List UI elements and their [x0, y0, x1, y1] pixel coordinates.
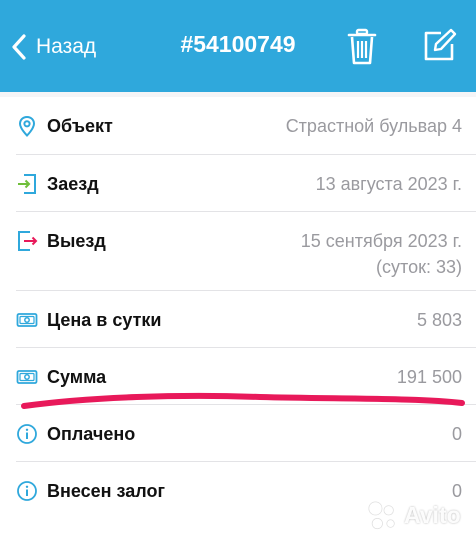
info-icon — [17, 424, 37, 444]
row-value: 13 августа 2023 г. — [315, 174, 462, 194]
location-pin-icon — [18, 115, 36, 137]
detail-row-check-in[interactable]: Заезд 13 августа 2023 г. — [0, 155, 476, 212]
row-value: 191 500 — [396, 367, 462, 387]
row-label: Внесен залог — [47, 481, 165, 501]
detail-row-paid[interactable]: Оплачено 0 — [0, 405, 476, 462]
check-in-icon — [18, 174, 36, 194]
row-label: Цена в сутки — [47, 310, 162, 330]
nights-count: (суток: 33) — [376, 257, 462, 277]
detail-row-object[interactable]: Объект Страстной бульвар 4 — [0, 97, 476, 155]
banknote-icon — [16, 313, 38, 327]
row-label: Сумма — [47, 367, 107, 387]
info-icon — [17, 481, 37, 501]
row-value: 0 — [451, 481, 462, 501]
check-out-icon — [18, 231, 38, 251]
trash-icon[interactable] — [346, 28, 378, 66]
detail-row-total[interactable]: Сумма 191 500 — [0, 348, 476, 405]
row-label: Выезд — [47, 231, 106, 251]
row-value: Страстной бульвар 4 — [285, 116, 462, 136]
row-label: Объект — [47, 116, 113, 136]
banknote-icon — [16, 370, 38, 384]
row-label: Оплачено — [47, 424, 136, 444]
booking-details-list: Объект Страстной бульвар 4 Заезд 13 авгу… — [0, 97, 476, 540]
row-label: Заезд — [47, 174, 99, 194]
edit-icon[interactable] — [421, 28, 457, 64]
detail-row-deposit[interactable]: Внесен залог 0 — [0, 462, 476, 519]
nav-bar: Назад #54100749 — [0, 0, 476, 92]
row-value: 5 803 — [416, 310, 462, 330]
back-button[interactable]: Назад — [10, 30, 96, 64]
detail-row-check-out[interactable]: Выезд 15 сентября 2023 г. (суток: 33) — [0, 212, 476, 291]
row-value: 15 сентября 2023 г. — [300, 231, 462, 251]
row-value: 0 — [451, 424, 462, 444]
detail-row-price-per-day[interactable]: Цена в сутки 5 803 — [0, 291, 476, 348]
chevron-left-icon — [12, 34, 26, 60]
back-label: Назад — [36, 35, 97, 58]
